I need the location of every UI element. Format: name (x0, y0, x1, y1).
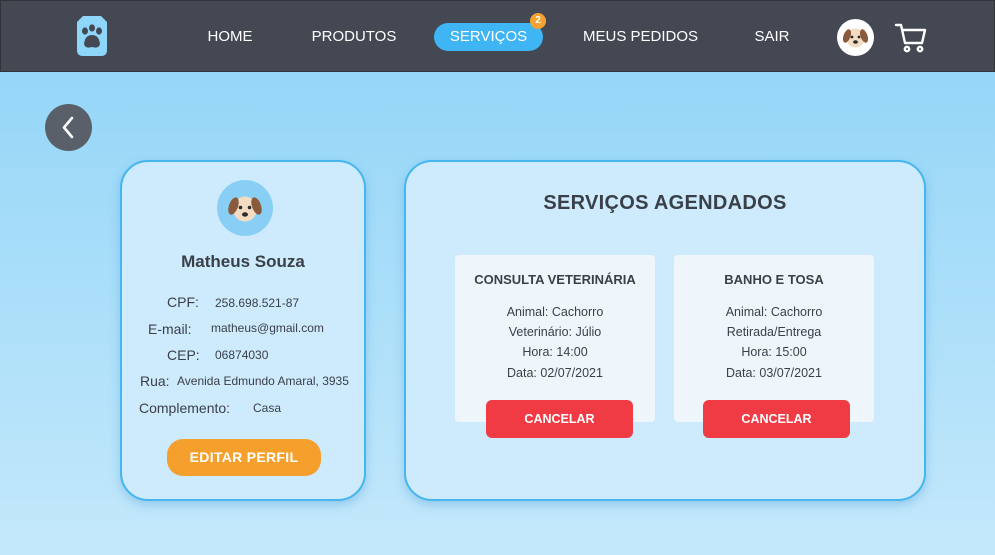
edit-profile-button[interactable]: EDITAR PERFIL (167, 439, 321, 476)
dog-avatar-icon (217, 180, 273, 236)
nav-meus-pedidos[interactable]: MEUS PEDIDOS (579, 23, 702, 51)
service-item: BANHO E TOSA Animal: Cachorro Retirada/E… (674, 255, 874, 422)
service-name: BANHO E TOSA (724, 272, 824, 287)
cancel-button[interactable]: CANCELAR (703, 400, 850, 438)
nav-home[interactable]: HOME (201, 23, 259, 51)
back-button[interactable] (45, 104, 92, 151)
profile-name: Matheus Souza (181, 252, 305, 271)
nav-sair[interactable]: SAIR (749, 23, 795, 51)
rua-label: Rua: (140, 373, 170, 389)
service-date: Data: 02/07/2021 (507, 366, 603, 380)
cart-icon[interactable] (894, 21, 928, 55)
cancel-button[interactable]: CANCELAR (486, 400, 633, 438)
service-animal: Animal: Cachorro (725, 305, 823, 319)
chevron-left-icon (62, 116, 74, 139)
service-item: CONSULTA VETERINÁRIA Animal: Cachorro Ve… (455, 255, 655, 422)
dog-avatar-icon[interactable] (837, 19, 874, 56)
email-value: matheus@gmail.com (211, 321, 324, 335)
rua-value: Avenida Edmundo Amaral, 3935 (177, 374, 349, 388)
service-detail: Retirada/Entrega (726, 325, 822, 339)
service-name: CONSULTA VETERINÁRIA (474, 272, 636, 287)
services-title: SERVIÇOS AGENDADOS (543, 192, 787, 214)
cep-value: 06874030 (215, 348, 269, 362)
cpf-value: 258.698.521-87 (215, 296, 300, 310)
complemento-label: Complemento: (139, 400, 231, 416)
cep-label: CEP: (167, 347, 200, 363)
service-time: Hora: 15:00 (741, 345, 807, 359)
service-time: Hora: 14:00 (522, 345, 588, 359)
profile-card: Matheus Souza CPF: 258.698.521-87 E-mail… (120, 160, 366, 501)
nav-produtos[interactable]: PRODUTOS (309, 23, 399, 51)
service-date: Data: 03/07/2021 (726, 366, 822, 380)
notification-badge: 2 (530, 13, 546, 29)
services-card: SERVIÇOS AGENDADOS CONSULTA VETERINÁRIA … (404, 160, 926, 501)
email-label: E-mail: (148, 321, 192, 337)
complemento-value: Casa (253, 401, 282, 415)
cpf-label: CPF: (167, 294, 199, 310)
top-navbar: HOME PRODUTOS SERVIÇOS MEUS PEDIDOS SAIR (0, 0, 995, 72)
service-animal: Animal: Cachorro (506, 305, 604, 319)
paw-icon[interactable] (74, 16, 110, 56)
nav-servicos[interactable]: SERVIÇOS (434, 23, 543, 51)
service-detail: Veterinário: Júlio (508, 325, 602, 339)
